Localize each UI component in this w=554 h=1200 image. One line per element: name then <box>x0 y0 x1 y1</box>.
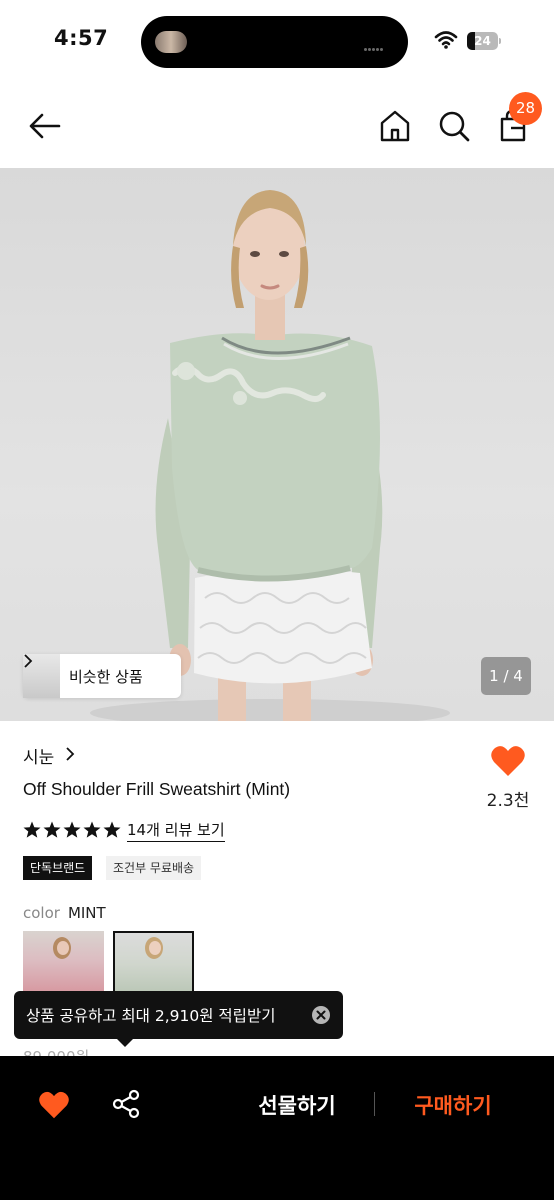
like-count: 2.3천 <box>486 791 530 811</box>
star-icon <box>43 821 61 838</box>
product-image-carousel[interactable]: 비슷한 상품 1 / 4 <box>0 168 554 721</box>
color-option-mint[interactable] <box>113 931 194 997</box>
similar-products-label: 비슷한 상품 <box>69 668 143 686</box>
color-selector-label: color MINT <box>23 904 106 922</box>
free-shipping-badge: 조건부 무료배송 <box>106 856 202 880</box>
island-dots-icon <box>364 36 392 51</box>
close-icon[interactable] <box>311 1005 331 1025</box>
tooltip-text: 상품 공유하고 최대 2,910원 적립받기 <box>26 1007 276 1025</box>
status-time: 4:57 <box>54 26 109 50</box>
chevron-right-icon <box>66 747 75 761</box>
product-title: Off Shoulder Frill Sweatshirt (Mint) <box>23 779 291 799</box>
similar-products-button[interactable]: 비슷한 상품 <box>23 654 181 698</box>
brand-link[interactable]: 시눈 <box>23 743 75 768</box>
bottom-action-bar: 선물하기 구매하기 <box>0 1056 554 1200</box>
chevron-right-icon <box>24 654 33 668</box>
star-rating <box>23 821 121 838</box>
dynamic-island <box>141 16 408 68</box>
buy-button[interactable]: 구매하기 <box>388 1090 518 1120</box>
star-icon <box>103 821 121 838</box>
color-value: MINT <box>67 904 106 922</box>
brand-name: 시눈 <box>23 748 55 768</box>
star-icon <box>63 821 81 838</box>
share-reward-tooltip: 상품 공유하고 최대 2,910원 적립받기 <box>14 991 343 1039</box>
gift-button[interactable]: 선물하기 <box>232 1090 362 1120</box>
star-icon <box>23 821 41 838</box>
heart-filled-icon[interactable] <box>38 1090 70 1120</box>
review-link[interactable]: 14개 리뷰 보기 <box>127 819 225 842</box>
color-label: color <box>23 904 60 922</box>
star-icon <box>83 821 101 838</box>
like-button[interactable]: 2.3천 <box>480 744 536 811</box>
image-page-counter: 1 / 4 <box>481 657 531 695</box>
share-icon[interactable] <box>110 1088 142 1120</box>
exclusive-brand-badge: 단독브랜드 <box>23 856 93 880</box>
search-icon[interactable] <box>434 106 474 146</box>
product-photo <box>90 190 450 721</box>
heart-filled-icon <box>491 746 525 776</box>
home-icon[interactable] <box>375 106 415 146</box>
battery-indicator: 24 <box>467 32 501 50</box>
cart-count-badge: 28 <box>509 92 542 125</box>
tooltip-arrow <box>116 1038 134 1047</box>
back-arrow-icon[interactable] <box>25 106 65 146</box>
top-navigation <box>0 84 554 168</box>
button-divider <box>374 1092 375 1116</box>
status-bar: 4:57 24 <box>0 0 554 84</box>
battery-level: 24 <box>474 34 491 48</box>
color-option-pink[interactable] <box>23 931 104 997</box>
now-playing-thumbnail <box>155 31 187 53</box>
wifi-icon <box>434 31 458 49</box>
